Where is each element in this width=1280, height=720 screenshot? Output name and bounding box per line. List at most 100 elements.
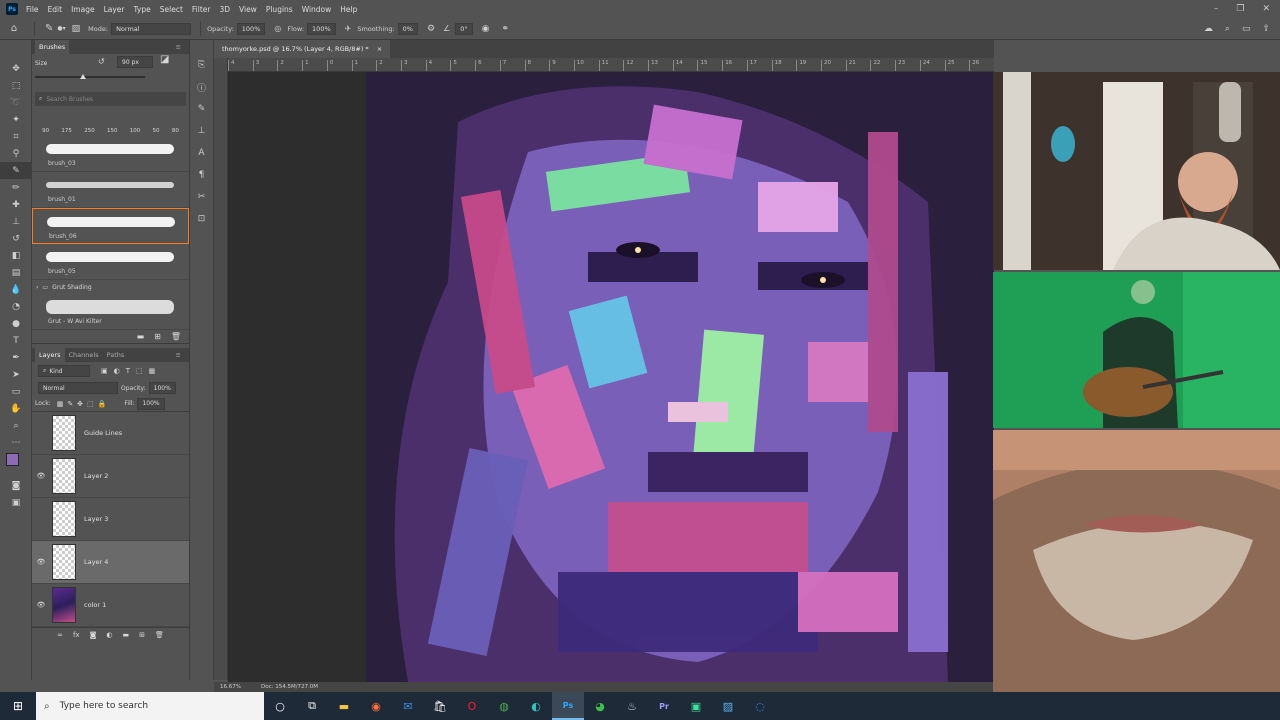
new-brush-icon[interactable]: ◪ xyxy=(160,54,169,65)
document-info[interactable]: Doc: 154.5M/727.0M xyxy=(261,684,318,690)
path-selection-tool-icon[interactable]: ➤ xyxy=(0,366,32,383)
brush-tool-icon[interactable]: ✎ xyxy=(0,162,32,179)
chrome-icon[interactable]: ◍ xyxy=(488,692,520,720)
type-tool-icon[interactable]: T xyxy=(0,332,32,349)
home-icon[interactable]: ⌂ xyxy=(0,23,28,34)
preset-size[interactable]: 50 xyxy=(153,128,160,134)
more-tools-icon[interactable]: ⋯ xyxy=(0,434,32,451)
brush-settings-icon[interactable]: ✎ xyxy=(190,98,213,120)
menu-edit[interactable]: Edit xyxy=(48,5,63,14)
preset-size[interactable]: 175 xyxy=(61,128,72,134)
fx-icon[interactable]: fx xyxy=(73,631,80,639)
preset-size[interactable]: 150 xyxy=(107,128,118,134)
brush-settings-icon[interactable]: ▨ xyxy=(72,24,81,34)
preset-size[interactable]: 90 xyxy=(42,128,49,134)
new-icon[interactable]: ⊞ xyxy=(154,332,161,341)
eyedropper-tool-icon[interactable]: ⚲ xyxy=(0,145,32,162)
minimize-icon[interactable]: – xyxy=(1214,4,1219,14)
menu-help[interactable]: Help xyxy=(340,5,357,14)
eye-icon[interactable]: 👁 xyxy=(32,472,50,480)
task-view-icon[interactable]: ⧉ xyxy=(296,692,328,720)
brush-item[interactable]: Grut - W Avi Kilter xyxy=(32,294,189,330)
document-tab[interactable]: thomyorke.psd @ 16.7% (Layer 4, RGB/8#) … xyxy=(214,40,391,58)
brush-search-input[interactable]: ⌕ Search Brushes xyxy=(35,92,186,106)
gradient-tool-icon[interactable]: ▤ xyxy=(0,264,32,281)
new-layer-icon[interactable]: ⊞ xyxy=(139,631,145,639)
preset-size[interactable]: 250 xyxy=(84,128,95,134)
photoshop-taskbar-icon[interactable]: Ps xyxy=(552,692,584,720)
brush-item[interactable]: brush_03 xyxy=(32,136,189,172)
blur-tool-icon[interactable]: 💧 xyxy=(0,281,32,298)
layer-row[interactable]: 👁 color 1 xyxy=(32,584,189,627)
brush-item-selected[interactable]: brush_06 xyxy=(32,208,189,244)
store-icon[interactable]: 🛍 xyxy=(424,692,456,720)
brush-tool-icon[interactable]: ✎ xyxy=(45,23,53,34)
layer-opacity-input[interactable]: 100% xyxy=(148,382,176,394)
tab-paths[interactable]: Paths xyxy=(103,351,129,359)
history-brush-tool-icon[interactable]: ↺ xyxy=(0,230,32,247)
brush-preset-picker-icon[interactable]: ●▾ xyxy=(57,25,65,32)
maximize-icon[interactable]: ❐ xyxy=(1236,4,1244,14)
adjustment-icon[interactable]: ◐ xyxy=(106,631,112,639)
mode-select[interactable]: Normal xyxy=(111,22,192,35)
menu-select[interactable]: Select xyxy=(160,5,183,14)
paragraph-icon[interactable]: ¶ xyxy=(190,164,213,186)
clone-source-icon[interactable]: ⊥ xyxy=(190,120,213,142)
eye-icon[interactable]: 👁 xyxy=(32,601,50,609)
photos-icon[interactable]: ▨ xyxy=(712,692,744,720)
smoothing-options-gear-icon[interactable]: ⚙ xyxy=(427,24,435,34)
folder-icon[interactable]: ▬ xyxy=(122,631,129,639)
symmetry-icon[interactable]: ⚭ xyxy=(501,24,509,34)
app-teal-icon[interactable]: ▣ xyxy=(680,692,712,720)
layer-kind-select[interactable]: ⌕ Kind xyxy=(38,365,90,377)
premiere-icon[interactable]: Pr xyxy=(648,692,680,720)
pressure-size-icon[interactable]: ◉ xyxy=(482,24,490,34)
clone-stamp-tool-icon[interactable]: ⊥ xyxy=(0,213,32,230)
tab-layers[interactable]: Layers xyxy=(35,348,65,362)
canvas-area[interactable] xyxy=(228,72,994,682)
pen-tool-icon[interactable]: ✒ xyxy=(0,349,32,366)
character-icon[interactable]: A xyxy=(190,142,213,164)
lasso-tool-icon[interactable]: ➰ xyxy=(0,94,32,111)
reset-icon[interactable]: ↺ xyxy=(98,57,105,66)
filter-type-icons[interactable]: ▣◐T⬚▦ xyxy=(101,367,161,375)
workspace-icon[interactable]: ▭ xyxy=(1242,24,1251,34)
foreground-color-swatch[interactable] xyxy=(6,453,19,466)
crop-tool-icon[interactable]: ⌗ xyxy=(0,128,32,145)
dodge-tool-icon[interactable]: ◔ xyxy=(0,298,32,315)
quick-mask-icon[interactable]: ◙ xyxy=(0,477,32,494)
layer-row[interactable]: 👁 Layer 2 xyxy=(32,455,189,498)
menu-plugins[interactable]: Plugins xyxy=(266,5,293,14)
trash-icon[interactable]: 🗑 xyxy=(171,332,181,341)
zoom-level[interactable]: 16.67% xyxy=(220,684,241,690)
menu-file[interactable]: File xyxy=(26,5,39,14)
windows-start-icon[interactable]: ⊞ xyxy=(0,692,36,720)
eye-icon[interactable]: 👁 xyxy=(32,558,50,566)
info-icon[interactable]: ⓘ xyxy=(190,76,213,98)
mail-icon[interactable]: ✉ xyxy=(392,692,424,720)
tool-presets-icon[interactable]: ✂ xyxy=(190,186,213,208)
brush-item[interactable]: brush_05 xyxy=(32,244,189,280)
properties-icon[interactable]: ⊡ xyxy=(190,208,213,230)
folder-icon[interactable]: ▬ xyxy=(137,332,145,341)
move-tool-icon[interactable]: ✥ xyxy=(0,60,32,77)
smoothing-input[interactable]: 0% xyxy=(397,22,418,35)
blend-mode-select[interactable]: Normal xyxy=(38,382,118,394)
healing-tool-icon[interactable]: ✚ xyxy=(0,196,32,213)
layer-row[interactable]: Layer 3 xyxy=(32,498,189,541)
flow-input[interactable]: 100% xyxy=(307,22,336,35)
cloud-icon[interactable]: ☁ xyxy=(1204,24,1213,34)
brush-group-header[interactable]: › ▭ Grut Shading xyxy=(32,280,189,294)
share-icon[interactable]: ⇪ xyxy=(1262,24,1270,34)
preset-size[interactable]: 100 xyxy=(130,128,141,134)
tab-brushes[interactable]: Brushes xyxy=(35,40,70,54)
hand-tool-icon[interactable]: ✋ xyxy=(0,400,32,417)
edge-icon[interactable]: ◐ xyxy=(520,692,552,720)
menu-window[interactable]: Window xyxy=(302,5,332,14)
magic-wand-tool-icon[interactable]: ✦ xyxy=(0,111,32,128)
size-input[interactable]: 90 px xyxy=(117,56,153,68)
color-swatches[interactable] xyxy=(0,451,31,477)
mask-icon[interactable]: ◙ xyxy=(90,631,97,639)
size-slider-handle[interactable] xyxy=(80,74,86,79)
shape-tool-icon[interactable]: ▭ xyxy=(0,383,32,400)
